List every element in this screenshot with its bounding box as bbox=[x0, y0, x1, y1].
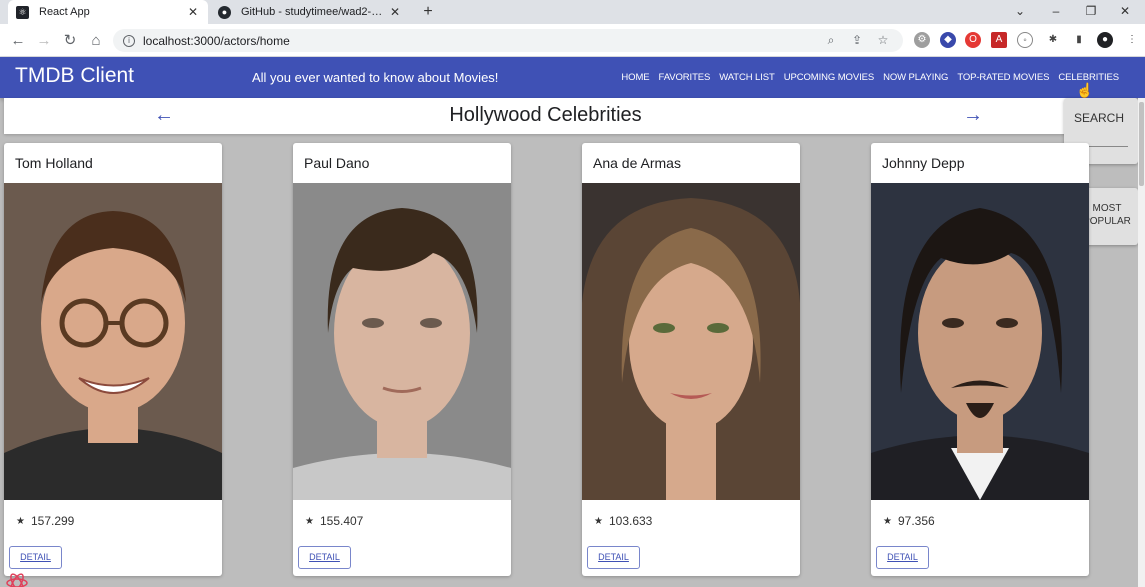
app-tagline: All you ever wanted to know about Movies… bbox=[252, 70, 499, 85]
bookmark-star-icon[interactable]: ☆ bbox=[873, 29, 893, 52]
github-favicon-icon: ● bbox=[218, 5, 231, 19]
extensions-puzzle-icon[interactable]: ✱ bbox=[1045, 32, 1061, 48]
app-header: TMDB Client All you ever wanted to know … bbox=[0, 57, 1145, 98]
profile-avatar-icon[interactable]: ● bbox=[1097, 32, 1113, 48]
actor-photo-image bbox=[871, 183, 1089, 500]
page-title: Hollywood Celebrities bbox=[449, 104, 642, 126]
scrollbar-thumb[interactable] bbox=[1139, 102, 1144, 186]
browser-tab-react-app[interactable]: ⚛ React App ✕ bbox=[8, 0, 208, 24]
browser-toolbar: ← → ↻ ⌂ i localhost:3000/actors/home ⌕ ⇪… bbox=[0, 24, 1145, 57]
search-label: SEARCH bbox=[1074, 111, 1125, 125]
actor-name: Paul Dano bbox=[304, 155, 370, 171]
actor-popularity: ★ 103.633 bbox=[594, 514, 652, 528]
main-nav: HOME FAVORITES WATCH LIST UPCOMING MOVIE… bbox=[621, 72, 1119, 83]
actor-name: Johnny Depp bbox=[882, 155, 965, 171]
actor-card: Johnny Depp ★ 97.356 DETAIL bbox=[871, 143, 1089, 576]
actor-popularity: ★ 97.356 bbox=[883, 514, 935, 528]
back-icon[interactable]: ← bbox=[8, 31, 28, 51]
tab-title: GitHub - studytimee/wad2-movie bbox=[241, 6, 388, 18]
detail-button[interactable]: DETAIL bbox=[876, 546, 929, 569]
actor-photo-image bbox=[4, 183, 222, 500]
actor-popularity: ★ 157.299 bbox=[16, 514, 74, 528]
actor-photo-image bbox=[293, 183, 511, 500]
detail-button[interactable]: DETAIL bbox=[9, 546, 62, 569]
popularity-value: 155.407 bbox=[319, 514, 364, 528]
extension-shield-icon[interactable]: O bbox=[965, 32, 981, 48]
site-info-icon[interactable]: i bbox=[123, 34, 135, 47]
nav-now-playing[interactable]: NOW PLAYING bbox=[883, 72, 948, 83]
browser-tab-bar: ⚛ React App ✕ ● GitHub - studytimee/wad2… bbox=[0, 0, 1145, 24]
address-bar[interactable]: i localhost:3000/actors/home ⌕ ⇪ ☆ bbox=[113, 29, 903, 52]
close-tab-icon[interactable]: ✕ bbox=[388, 5, 402, 19]
home-icon[interactable]: ⌂ bbox=[86, 31, 106, 51]
arrow-right-icon[interactable]: → bbox=[961, 104, 985, 127]
browser-tab-github[interactable]: ● GitHub - studytimee/wad2-movie ✕ bbox=[210, 0, 410, 24]
react-favicon-icon: ⚛ bbox=[16, 5, 29, 19]
tab-title: React App bbox=[39, 6, 90, 18]
star-icon: ★ bbox=[883, 515, 892, 527]
menu-kebab-icon[interactable]: ⋮ bbox=[1124, 32, 1140, 48]
app-brand: TMDB Client bbox=[15, 64, 135, 87]
most-label: MOST bbox=[1092, 203, 1122, 214]
nav-home[interactable]: HOME bbox=[621, 72, 649, 83]
reload-icon[interactable]: ↻ bbox=[60, 31, 80, 51]
page-header: ← Hollywood Celebrities → bbox=[4, 98, 1087, 134]
actor-photo[interactable] bbox=[4, 183, 222, 500]
nav-favorites[interactable]: FAVORITES bbox=[659, 72, 711, 83]
restore-icon[interactable]: ❐ bbox=[1081, 2, 1101, 20]
popularity-value: 157.299 bbox=[30, 514, 75, 528]
actor-photo[interactable] bbox=[582, 183, 800, 500]
popularity-value: 103.633 bbox=[608, 514, 653, 528]
nav-watch-list[interactable]: WATCH LIST bbox=[719, 72, 775, 83]
star-icon: ★ bbox=[305, 515, 314, 527]
star-icon: ★ bbox=[594, 515, 603, 527]
forward-icon[interactable]: → bbox=[34, 31, 54, 51]
hand-cursor-icon: ☝ bbox=[1076, 82, 1094, 98]
actor-photo[interactable] bbox=[871, 183, 1089, 500]
extension-dots-icon[interactable]: ◆ bbox=[940, 32, 956, 48]
actor-card: Paul Dano ★ 155.407 DETAIL bbox=[293, 143, 511, 576]
minimize-icon[interactable]: – bbox=[1046, 2, 1066, 20]
star-icon: ★ bbox=[16, 515, 25, 527]
close-tab-icon[interactable]: ✕ bbox=[186, 5, 200, 19]
extension-pdf-icon[interactable]: A bbox=[991, 32, 1007, 48]
tab-search-icon[interactable]: ⌄ bbox=[1010, 2, 1030, 20]
zoom-icon[interactable]: ⌕ bbox=[821, 29, 841, 52]
actor-card: Ana de Armas ★ 103.633 DETAIL bbox=[582, 143, 800, 576]
page-scrollbar[interactable] bbox=[1138, 98, 1145, 587]
extension-circle-icon[interactable]: ◦ bbox=[1017, 32, 1033, 48]
detail-button[interactable]: DETAIL bbox=[298, 546, 351, 569]
close-window-icon[interactable]: ✕ bbox=[1115, 2, 1135, 20]
actor-card: Tom Holland ★ 157.299 DETAIL bbox=[4, 143, 222, 576]
popularity-value: 97.356 bbox=[897, 514, 935, 528]
actor-name: Tom Holland bbox=[15, 155, 93, 171]
actor-popularity: ★ 155.407 bbox=[305, 514, 363, 528]
share-icon[interactable]: ⇪ bbox=[847, 29, 867, 52]
popular-label: POPULAR bbox=[1083, 216, 1131, 227]
detail-button[interactable]: DETAIL bbox=[587, 546, 640, 569]
url-text: localhost:3000/actors/home bbox=[143, 33, 290, 48]
nav-upcoming-movies[interactable]: UPCOMING MOVIES bbox=[784, 72, 874, 83]
actor-name: Ana de Armas bbox=[593, 155, 681, 171]
actor-photo[interactable] bbox=[293, 183, 511, 500]
new-tab-icon[interactable]: + bbox=[418, 2, 438, 22]
extension-gear-icon[interactable]: ⚙ bbox=[914, 32, 930, 48]
nav-top-rated-movies[interactable]: TOP-RATED MOVIES bbox=[957, 72, 1049, 83]
actor-photo-image bbox=[582, 183, 800, 500]
side-panel-icon[interactable]: ▮ bbox=[1071, 32, 1087, 48]
react-devtools-icon[interactable] bbox=[6, 573, 28, 587]
